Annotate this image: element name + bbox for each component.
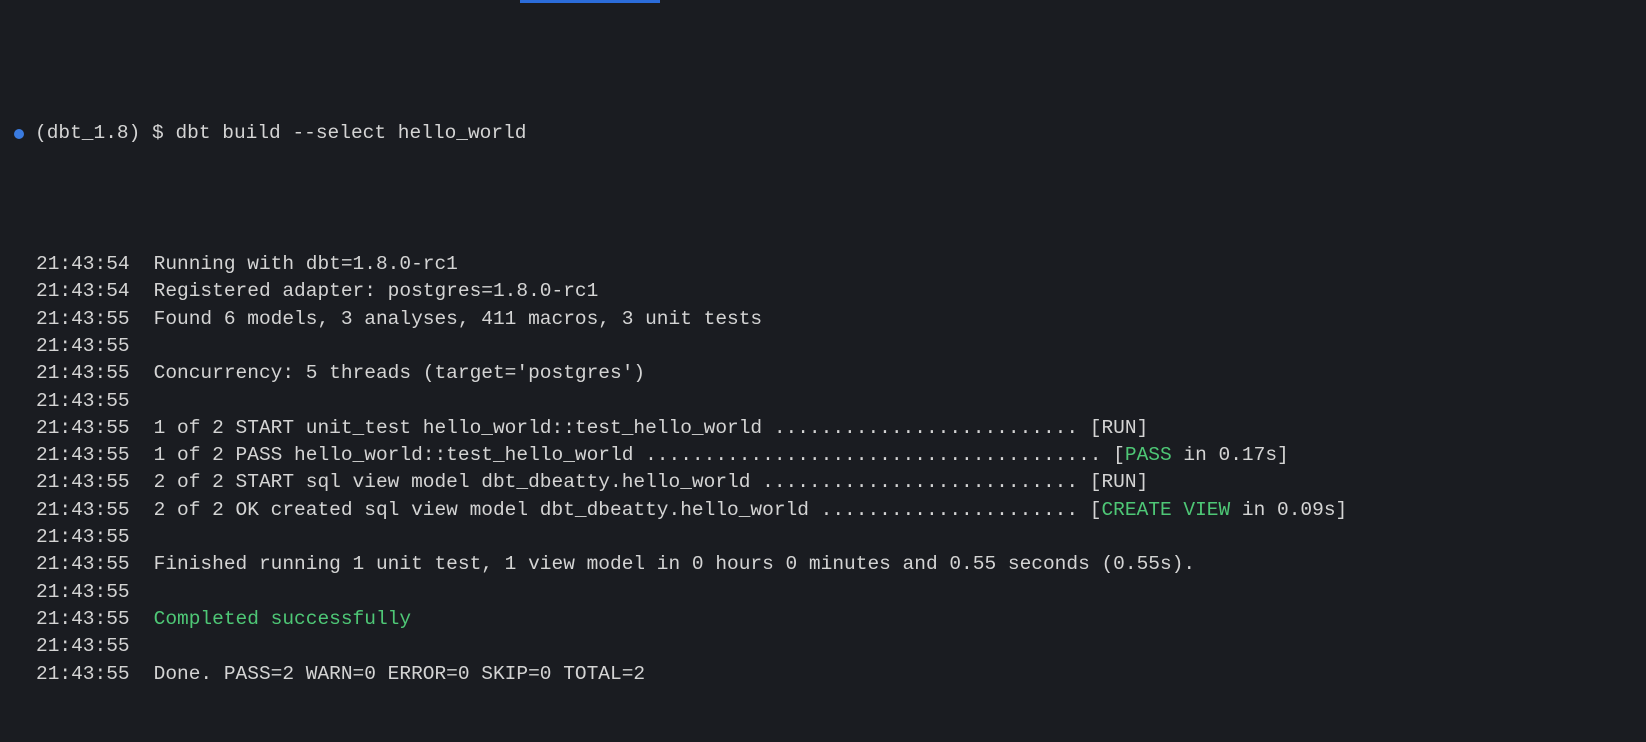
log-line: 21:43:55 2 of 2 START sql view model dbt_… xyxy=(0,469,1646,496)
log-timestamp: 21:43:55 xyxy=(36,606,130,633)
log-message: Registered adapter: postgres=1.8.0-rc1 xyxy=(154,278,599,305)
log-timestamp: 21:43:55 xyxy=(36,442,130,469)
log-timestamp: 21:43:55 xyxy=(36,579,130,606)
log-timestamp: 21:43:55 xyxy=(36,333,130,360)
prompt-line: (dbt_1.8) $ dbt build --select hello_wor… xyxy=(0,120,1646,147)
prompt-symbol: $ xyxy=(152,122,164,144)
log-line: 21:43:55 1 of 2 START unit_test hello_wor… xyxy=(0,415,1646,442)
log-line: 21:43:55 xyxy=(0,388,1646,415)
log-line: 21:43:54 Running with dbt=1.8.0-rc1 xyxy=(0,251,1646,278)
log-message: 1 of 2 PASS hello_world::test_hello_worl… xyxy=(154,442,1289,469)
terminal-output[interactable]: (dbt_1.8) $ dbt build --select hello_wor… xyxy=(0,0,1646,742)
log-line: 21:43:55 xyxy=(0,579,1646,606)
log-line: 21:43:55 xyxy=(0,524,1646,551)
log-timestamp: 21:43:55 xyxy=(36,306,130,333)
log-segment: 1 of 2 PASS hello_world::test_hello_worl… xyxy=(154,444,1125,466)
log-message: Found 6 models, 3 analyses, 411 macros, … xyxy=(154,306,763,333)
log-segment: Found 6 models, 3 analyses, 411 macros, … xyxy=(154,308,763,330)
log-line: 21:43:55 xyxy=(0,333,1646,360)
log-message: Concurrency: 5 threads (target='postgres… xyxy=(154,360,645,387)
log-segment: Done. PASS=2 WARN=0 ERROR=0 SKIP=0 TOTAL… xyxy=(154,663,645,685)
log-segment: Finished running 1 unit test, 1 view mod… xyxy=(154,553,1195,575)
log-line: 21:43:55 Finished running 1 unit test, 1 … xyxy=(0,551,1646,578)
log-line: 21:43:55 xyxy=(0,633,1646,660)
log-message: Running with dbt=1.8.0-rc1 xyxy=(154,251,458,278)
log-timestamp: 21:43:55 xyxy=(36,524,130,551)
log-timestamp: 21:43:55 xyxy=(36,633,130,660)
tab-underline-accent xyxy=(520,0,660,3)
log-line: 21:43:55 Concurrency: 5 threads (target='… xyxy=(0,360,1646,387)
log-segment: 1 of 2 START unit_test hello_world::test… xyxy=(154,417,1102,439)
log-timestamp: 21:43:55 xyxy=(36,551,130,578)
log-timestamp: 21:43:54 xyxy=(36,278,130,305)
log-line: 21:43:55 Done. PASS=2 WARN=0 ERROR=0 SKIP… xyxy=(0,661,1646,688)
log-segment: RUN xyxy=(1101,471,1136,493)
log-message: Completed successfully xyxy=(154,606,411,633)
log-line: 21:43:54 Registered adapter: postgres=1.8… xyxy=(0,278,1646,305)
log-segment: RUN xyxy=(1101,417,1136,439)
log-message: 1 of 2 START unit_test hello_world::test… xyxy=(154,415,1149,442)
log-segment: PASS xyxy=(1125,444,1172,466)
log-line: 21:43:55 1 of 2 PASS hello_world::test_he… xyxy=(0,442,1646,469)
log-segment: Running with dbt=1.8.0-rc1 xyxy=(154,253,458,275)
log-timestamp: 21:43:55 xyxy=(36,469,130,496)
log-message: 2 of 2 OK created sql view model dbt_dbe… xyxy=(154,497,1348,524)
log-line: 21:43:55 2 of 2 OK created sql view model… xyxy=(0,497,1646,524)
log-timestamp: 21:43:55 xyxy=(36,360,130,387)
log-segment: 2 of 2 OK created sql view model dbt_dbe… xyxy=(154,499,1102,521)
log-segment: Registered adapter: postgres=1.8.0-rc1 xyxy=(154,280,599,302)
log-segment: in 0.17s] xyxy=(1172,444,1289,466)
log-timestamp: 21:43:55 xyxy=(36,388,130,415)
log-segment: ] xyxy=(1137,417,1149,439)
prompt-bullet-icon xyxy=(14,129,24,139)
log-line: 21:43:55 Found 6 models, 3 analyses, 411 … xyxy=(0,306,1646,333)
log-segment: Completed successfully xyxy=(154,608,411,630)
prompt-env: (dbt_1.8) xyxy=(35,122,140,144)
log-message: 2 of 2 START sql view model dbt_dbeatty.… xyxy=(154,469,1149,496)
prompt-text: (dbt_1.8) $ dbt build --select hello_wor… xyxy=(35,120,527,147)
log-segment: in 0.09s] xyxy=(1230,499,1347,521)
log-line: 21:43:55 Completed successfully xyxy=(0,606,1646,633)
log-message: Finished running 1 unit test, 1 view mod… xyxy=(154,551,1195,578)
log-segment: CREATE VIEW xyxy=(1101,499,1230,521)
log-segment: Concurrency: 5 threads (target='postgres… xyxy=(154,362,645,384)
log-segment: 2 of 2 START sql view model dbt_dbeatty.… xyxy=(154,471,1102,493)
log-timestamp: 21:43:55 xyxy=(36,661,130,688)
log-timestamp: 21:43:55 xyxy=(36,415,130,442)
prompt-command: dbt build --select hello_world xyxy=(175,122,526,144)
log-segment: ] xyxy=(1137,471,1149,493)
log-message: Done. PASS=2 WARN=0 ERROR=0 SKIP=0 TOTAL… xyxy=(154,661,645,688)
log-timestamp: 21:43:54 xyxy=(36,251,130,278)
log-timestamp: 21:43:55 xyxy=(36,497,130,524)
log-container: 21:43:54Running with dbt=1.8.0-rc121:43:… xyxy=(0,251,1646,688)
